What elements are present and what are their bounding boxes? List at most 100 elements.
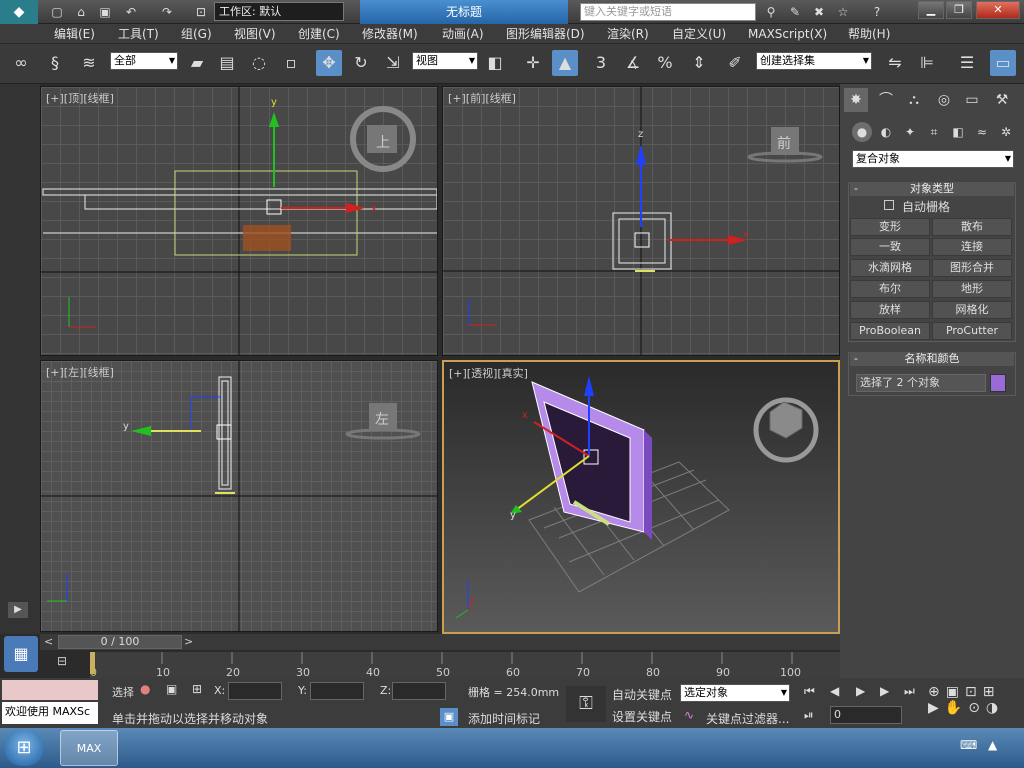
systems-icon[interactable]: ✲ <box>996 122 1016 142</box>
motion-tab-icon[interactable]: ◎ <box>932 88 956 112</box>
terrain-button[interactable]: 地形 <box>932 280 1012 298</box>
viewport-layout-icon[interactable]: ▦ <box>4 636 38 672</box>
menu-maxscript[interactable]: MAXScript(X) <box>748 24 827 44</box>
curve-editor-icon[interactable]: ⊟ <box>52 654 72 674</box>
space-warps-icon[interactable]: ≈ <box>972 122 992 142</box>
viewport-left[interactable]: [+][左][线框] y 左 <box>40 360 438 632</box>
tray-expand-icon[interactable]: ▲ <box>988 738 1006 756</box>
key-mode-icon[interactable]: ⏯ <box>804 708 824 724</box>
add-time-tag[interactable]: 添加时间标记 <box>468 710 540 727</box>
keyboard-shortcut-override-icon[interactable]: ▲ <box>552 50 578 76</box>
select-by-name-icon[interactable]: ▤ <box>214 50 240 76</box>
start-button[interactable]: ⊞ <box>4 730 44 766</box>
favorites-star-icon[interactable]: ☆ <box>834 3 852 21</box>
graphite-modeling-icon[interactable]: ▭ <box>990 50 1016 76</box>
set-key-icon[interactable]: ⚿ <box>566 686 606 722</box>
mesher-button[interactable]: 网格化 <box>932 301 1012 319</box>
object-color-swatch[interactable] <box>990 374 1006 392</box>
align-icon[interactable]: ⊫ <box>914 50 940 76</box>
snaps-toggle-icon[interactable]: 3 <box>588 50 614 76</box>
menu-help[interactable]: 帮助(H) <box>848 24 890 44</box>
hierarchy-tab-icon[interactable]: ⛬ <box>902 88 926 112</box>
loft-button[interactable]: 放样 <box>850 301 930 319</box>
previous-frame-icon[interactable]: ◀ <box>830 684 850 700</box>
open-file-icon[interactable]: ⌂ <box>72 3 90 21</box>
menu-group[interactable]: 组(G) <box>181 24 212 44</box>
track-bar[interactable]: 0 10 20 30 40 50 60 70 80 90 100 <box>90 652 840 679</box>
display-tab-icon[interactable]: ▭ <box>960 88 984 112</box>
menu-modifiers[interactable]: 修改器(M) <box>362 24 418 44</box>
time-slider[interactable]: < 0 / 100 > <box>40 634 840 650</box>
geometry-icon[interactable]: ● <box>852 122 872 142</box>
menu-tools[interactable]: 工具(T) <box>118 24 159 44</box>
current-frame-input[interactable]: 0 <box>830 706 902 724</box>
shapes-icon[interactable]: ◐ <box>876 122 896 142</box>
workspace-dropdown[interactable]: 工作区: 默认 <box>214 2 344 21</box>
menu-rendering[interactable]: 渲染(R) <box>607 24 649 44</box>
maxscript-mini-listener-top[interactable] <box>2 680 98 700</box>
undo-icon[interactable]: ↶ <box>122 3 140 21</box>
project-folder-icon[interactable]: ⊡ <box>192 3 210 21</box>
bind-space-warp-icon[interactable]: ≋ <box>76 50 102 76</box>
key-target-dropdown[interactable]: 选定对象 <box>680 684 790 702</box>
helpers-icon[interactable]: ◧ <box>948 122 968 142</box>
viewport-perspective[interactable]: [+][透视][真实] x y <box>442 360 840 634</box>
selection-filter-dropdown[interactable]: 全部 <box>110 52 178 70</box>
play-icon[interactable]: ▶ <box>856 684 876 700</box>
window-crossing-icon[interactable]: ▫ <box>278 50 304 76</box>
manipulate-icon[interactable]: ✛ <box>520 50 546 76</box>
select-scale-icon[interactable]: ⇲ <box>380 50 406 76</box>
taskbar-app-3dsmax[interactable]: MAX <box>60 730 118 766</box>
selection-region-icon[interactable]: ◌ <box>246 50 272 76</box>
angle-snap-icon[interactable]: ∡ <box>620 50 646 76</box>
morph-button[interactable]: 变形 <box>850 218 930 236</box>
shapemerge-button[interactable]: 图形合并 <box>932 259 1012 277</box>
edit-named-selection-icon[interactable]: ✐ <box>722 50 748 76</box>
select-object-icon[interactable]: ▰ <box>184 50 210 76</box>
new-file-icon[interactable]: ▢ <box>48 3 66 21</box>
reference-coordinate-dropdown[interactable]: 视图 <box>412 52 478 70</box>
viewport-navigation-icons[interactable]: ⊕▣⊡⊞ ▶✋⊙◑ <box>928 684 1020 724</box>
time-tag-icon[interactable]: ▣ <box>440 708 458 726</box>
menu-create[interactable]: 创建(C) <box>298 24 340 44</box>
unlink-icon[interactable]: § <box>42 50 68 76</box>
scatter-button[interactable]: 散布 <box>932 218 1012 236</box>
menu-animation[interactable]: 动画(A) <box>442 24 484 44</box>
save-icon[interactable]: ▣ <box>96 3 114 21</box>
redo-icon[interactable]: ↷ <box>158 3 176 21</box>
go-to-start-icon[interactable]: ⏮ <box>804 684 824 700</box>
select-rotate-icon[interactable]: ↻ <box>348 50 374 76</box>
object-name-field[interactable]: 选择了 2 个对象 <box>856 374 986 392</box>
name-color-rollout-header[interactable]: - 名称和颜色 <box>850 352 1014 366</box>
isolate-selection-icon[interactable]: ● <box>140 682 154 698</box>
procutter-button[interactable]: ProCutter <box>932 322 1012 340</box>
select-move-icon[interactable]: ✥ <box>316 50 342 76</box>
help-icon[interactable]: ? <box>868 3 886 21</box>
x-coordinate-input[interactable] <box>228 682 282 700</box>
connect-button[interactable]: 连接 <box>932 238 1012 256</box>
viewcube-front-label[interactable]: 前 <box>777 133 791 153</box>
binoculars-icon[interactable]: ⚲ <box>762 3 780 21</box>
menu-views[interactable]: 视图(V) <box>234 24 276 44</box>
link-icon[interactable]: ∞ <box>8 50 34 76</box>
keyboard-tray-icon[interactable]: ⌨ <box>960 738 978 756</box>
menu-graph-editors[interactable]: 图形编辑器(D) <box>506 24 585 44</box>
maxscript-mini-listener[interactable]: 欢迎使用 MAXSc <box>2 702 98 724</box>
expand-panel-button[interactable]: ▶ <box>8 602 28 618</box>
create-tab-icon[interactable]: ✸ <box>844 88 868 112</box>
pivot-center-icon[interactable]: ◧ <box>482 50 508 76</box>
key-filters-button[interactable]: 关键点过滤器... <box>706 710 789 727</box>
viewport-front[interactable]: [+][前][线框] z x 前 <box>442 86 840 356</box>
set-key-button[interactable]: 设置关键点 <box>612 708 672 725</box>
viewcube-top-label[interactable]: 上 <box>376 132 390 152</box>
maximize-button[interactable]: ❐ <box>946 1 972 19</box>
auto-grid-checkbox[interactable] <box>884 200 894 210</box>
proboolean-button[interactable]: ProBoolean <box>850 322 930 340</box>
z-coordinate-input[interactable] <box>392 682 446 700</box>
app-logo-icon[interactable]: ◆ <box>0 0 38 24</box>
y-coordinate-input[interactable] <box>310 682 364 700</box>
key-filter-icon[interactable]: ∿ <box>684 708 702 724</box>
menu-customize[interactable]: 自定义(U) <box>672 24 726 44</box>
auto-key-button[interactable]: 自动关键点 <box>612 686 672 703</box>
cameras-icon[interactable]: ⌗ <box>924 122 944 142</box>
